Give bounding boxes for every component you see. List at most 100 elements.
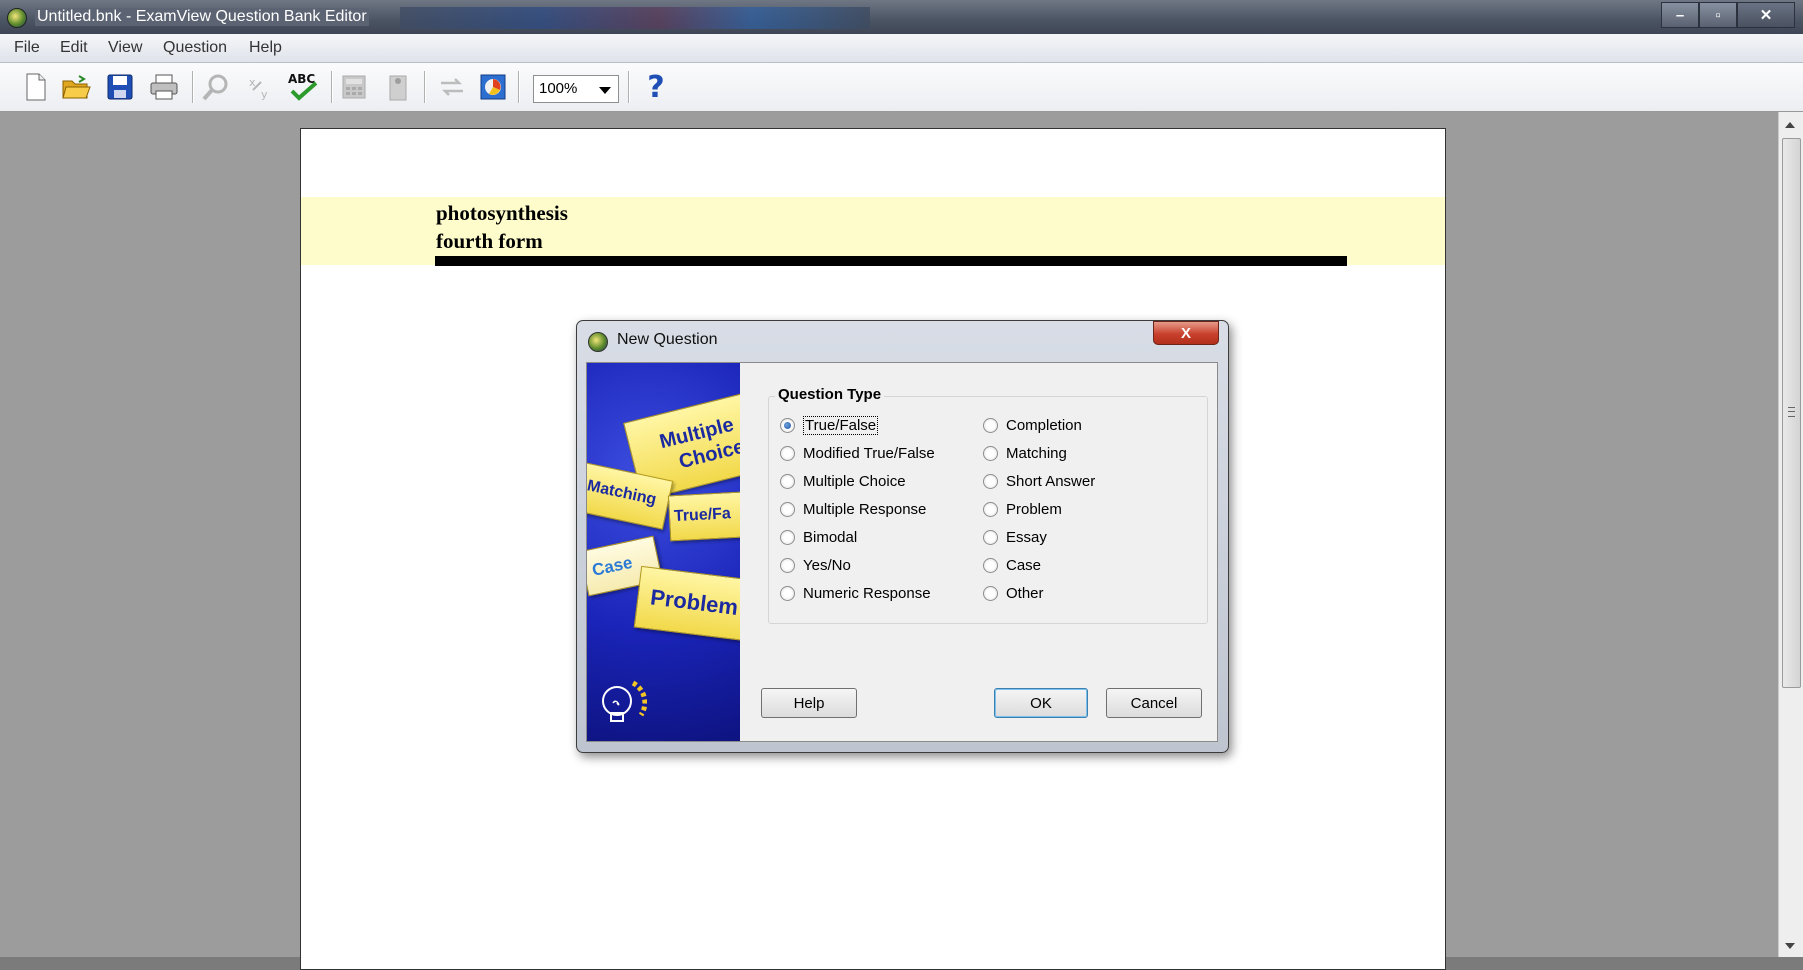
toolbar: xy ABC 100% ?: [0, 63, 1803, 112]
option-label: Other: [1006, 584, 1044, 602]
toolbar-separator: [192, 71, 194, 103]
radio-multiple-choice[interactable]: [780, 473, 795, 489]
radio-problem[interactable]: [983, 501, 998, 517]
radio-case[interactable]: [983, 557, 998, 573]
minimize-button[interactable]: –: [1661, 2, 1699, 28]
radio-bimodal[interactable]: [780, 529, 795, 545]
scroll-up-icon[interactable]: [1785, 122, 1795, 128]
option-label: Problem: [1006, 500, 1062, 518]
help-glyph: ?: [647, 69, 665, 105]
radio-short-answer[interactable]: [983, 473, 998, 489]
help-button[interactable]: Help: [761, 688, 857, 718]
radio-true-false[interactable]: [780, 417, 795, 433]
option-label: Bimodal: [803, 528, 858, 546]
document-subtitle: fourth form: [436, 229, 543, 253]
option-numeric-response[interactable]: Numeric Response: [780, 583, 931, 603]
scroll-down-icon[interactable]: [1785, 943, 1795, 949]
calculator-icon[interactable]: [338, 71, 370, 103]
zoom-select[interactable]: 100%: [533, 75, 619, 103]
menu-edit[interactable]: Edit: [60, 39, 88, 57]
radio-completion[interactable]: [983, 417, 998, 433]
cancel-button[interactable]: Cancel: [1106, 688, 1202, 718]
zoom-value: 100%: [539, 80, 578, 97]
find-icon[interactable]: [200, 71, 232, 103]
radio-modified-true-false[interactable]: [780, 445, 795, 461]
print-icon[interactable]: [148, 71, 180, 103]
chart-icon[interactable]: [477, 71, 509, 103]
toolbar-separator: [628, 71, 630, 103]
menu-file[interactable]: File: [14, 39, 40, 57]
radio-matching[interactable]: [983, 445, 998, 461]
menu-view[interactable]: View: [108, 39, 142, 57]
ok-button[interactable]: OK: [994, 688, 1088, 718]
radio-yes-no[interactable]: [780, 557, 795, 573]
dialog-title: New Question: [617, 331, 718, 348]
menu-bar: File Edit View Question Help: [0, 34, 1803, 63]
option-label: Numeric Response: [803, 584, 931, 602]
art-card-problem: Problem: [633, 565, 740, 643]
restore-button[interactable]: ▫: [1699, 2, 1737, 28]
option-essay[interactable]: Essay: [983, 527, 1047, 547]
option-matching[interactable]: Matching: [983, 443, 1067, 463]
save-icon[interactable]: [104, 71, 136, 103]
option-multiple-choice[interactable]: Multiple Choice: [780, 471, 906, 491]
dialog-body: Multiple Choice Matching True/Fa Case Pr…: [586, 362, 1218, 742]
radio-other[interactable]: [983, 585, 998, 601]
header-rule: [435, 256, 1347, 266]
open-folder-icon[interactable]: [60, 71, 92, 103]
info-icon[interactable]: [382, 71, 414, 103]
new-icon[interactable]: [20, 71, 52, 103]
option-label: Multiple Choice: [803, 472, 906, 490]
toolbar-separator: [518, 71, 520, 103]
toolbar-separator: [424, 71, 426, 103]
option-label: Case: [1006, 556, 1042, 574]
question-type-label: Question Type: [775, 386, 885, 403]
link-icon[interactable]: [436, 71, 468, 103]
help-icon[interactable]: ?: [640, 69, 672, 105]
option-multiple-response[interactable]: Multiple Response: [780, 499, 926, 519]
option-label: True/False: [803, 415, 879, 435]
chevron-down-icon: [599, 87, 611, 94]
radio-numeric-response[interactable]: [780, 585, 795, 601]
option-other[interactable]: Other: [983, 583, 1044, 603]
lightbulb-icon: [602, 680, 647, 722]
vertical-scrollbar[interactable]: [1778, 112, 1803, 957]
svg-text:y: y: [261, 88, 268, 101]
grip-icon: [1788, 407, 1795, 417]
option-yes-no[interactable]: Yes/No: [780, 555, 851, 575]
menu-question[interactable]: Question: [163, 39, 227, 57]
document-title: photosynthesis: [436, 201, 568, 225]
option-label: Multiple Response: [803, 500, 927, 518]
radio-essay[interactable]: [983, 529, 998, 545]
toolbar-separator: [331, 71, 333, 103]
new-question-dialog: New Question X Multiple Choice Matching …: [576, 320, 1229, 753]
dialog-app-icon: [588, 332, 608, 352]
option-label: Completion: [1006, 416, 1082, 434]
option-problem[interactable]: Problem: [983, 499, 1062, 519]
replace-icon[interactable]: xy: [244, 71, 276, 103]
spell-check-icon[interactable]: ABC: [287, 71, 319, 103]
option-bimodal[interactable]: Bimodal: [780, 527, 857, 547]
option-case[interactable]: Case: [983, 555, 1041, 575]
scroll-thumb[interactable]: [1782, 138, 1801, 688]
close-window-button[interactable]: ✕: [1737, 2, 1795, 28]
option-label: Yes/No: [803, 556, 851, 574]
option-label: Matching: [1006, 444, 1067, 462]
option-short-answer[interactable]: Short Answer: [983, 471, 1095, 491]
option-true-false[interactable]: True/False: [780, 415, 879, 435]
app-icon[interactable]: [7, 8, 27, 28]
dialog-close-button[interactable]: X: [1153, 321, 1219, 345]
menu-help[interactable]: Help: [249, 39, 282, 57]
radio-multiple-response[interactable]: [780, 501, 795, 517]
option-label: Short Answer: [1006, 472, 1096, 490]
option-completion[interactable]: Completion: [983, 415, 1082, 435]
option-label: Essay: [1006, 528, 1047, 546]
title-bar: Untitled.bnk - ExamView Question Bank Ed…: [0, 0, 1803, 34]
svg-text:ABC: ABC: [288, 72, 315, 86]
window-title: Untitled.bnk - ExamView Question Bank Ed…: [35, 8, 369, 26]
taskbar-blur: [400, 7, 870, 29]
option-label: Modified True/False: [803, 444, 935, 462]
question-types-illustration: Multiple Choice Matching True/Fa Case Pr…: [587, 363, 740, 741]
art-card-true-false: True/Fa: [667, 490, 740, 542]
option-modified-true-false[interactable]: Modified True/False: [780, 443, 935, 463]
